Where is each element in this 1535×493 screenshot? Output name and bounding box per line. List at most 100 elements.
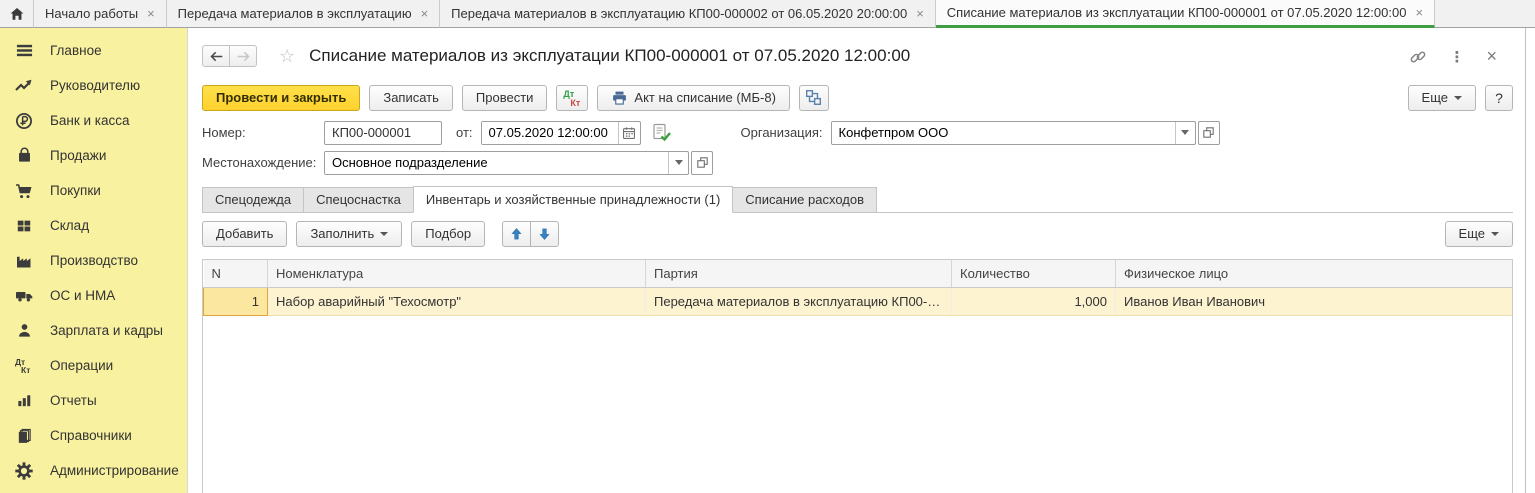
cart-icon bbox=[13, 181, 35, 201]
organization-field bbox=[831, 121, 1196, 145]
more-button[interactable]: Еще bbox=[1408, 85, 1476, 111]
tab-specosnastka[interactable]: Спецоснастка bbox=[303, 187, 413, 213]
cell-batch[interactable]: Передача материалов в эксплуатацию КП00-… bbox=[646, 287, 952, 315]
document-tabs: Спецодежда Спецоснастка Инвентарь и хозя… bbox=[202, 186, 1513, 213]
forward-icon bbox=[236, 50, 251, 63]
sidebar-item-pokupki[interactable]: Покупки bbox=[0, 173, 187, 208]
document-header: ☆ Списание материалов из эксплуатации КП… bbox=[202, 40, 1513, 72]
chevron-down-icon bbox=[1491, 232, 1499, 236]
table-row[interactable]: 1 Набор аварийный "Техосмотр" Передача м… bbox=[204, 287, 1513, 315]
ruble-icon bbox=[13, 111, 35, 131]
window-tab-label: Списание материалов из эксплуатации КП00… bbox=[947, 5, 1407, 20]
tab-spisanie-rashodov[interactable]: Списание расходов bbox=[733, 187, 877, 213]
grid-more-button[interactable]: Еще bbox=[1445, 221, 1513, 247]
gear-icon bbox=[13, 461, 35, 481]
page-title: Списание материалов из эксплуатации КП00… bbox=[309, 46, 910, 66]
favorite-star-icon[interactable]: ☆ bbox=[279, 46, 295, 67]
document-form: ☆ Списание материалов из эксплуатации КП… bbox=[188, 28, 1526, 493]
window-tab-start[interactable]: Начало работы × bbox=[34, 0, 167, 28]
cell-quantity[interactable]: 1,000 bbox=[952, 287, 1116, 315]
window-tab-label: Начало работы bbox=[45, 6, 138, 21]
sidebar-item-zarplata-kadry[interactable]: Зарплата и кадры bbox=[0, 313, 187, 348]
sidebar-item-operacii[interactable]: ДтКт Операции bbox=[0, 348, 187, 383]
link-icon[interactable] bbox=[1409, 48, 1427, 66]
tab-inventar[interactable]: Инвентарь и хозяйственные принадлежности… bbox=[413, 186, 733, 213]
cell-row-number[interactable]: 1 bbox=[204, 287, 268, 315]
fill-button[interactable]: Заполнить bbox=[296, 221, 402, 247]
number-input[interactable] bbox=[324, 121, 442, 145]
column-header-quantity[interactable]: Количество bbox=[952, 260, 1116, 287]
sidebar-item-otchety[interactable]: Отчеты bbox=[0, 383, 187, 418]
add-row-button[interactable]: Добавить bbox=[202, 221, 287, 247]
sidebar-item-spravochniki[interactable]: Справочники bbox=[0, 418, 187, 453]
column-header-person[interactable]: Физическое лицо bbox=[1116, 260, 1513, 287]
window-tab-writeoff-doc[interactable]: Списание материалов из эксплуатации КП00… bbox=[936, 0, 1435, 28]
print-act-button[interactable]: Акт на списание (МБ-8) bbox=[597, 85, 789, 111]
move-row-down-button[interactable] bbox=[530, 221, 559, 247]
person-icon bbox=[13, 321, 35, 341]
column-header-n[interactable]: N bbox=[204, 260, 268, 287]
post-and-close-button[interactable]: Провести и закрыть bbox=[202, 85, 360, 111]
kebab-menu-icon[interactable]: ⋮ bbox=[1449, 48, 1464, 66]
tab-close-icon[interactable]: × bbox=[916, 7, 924, 20]
window-tab-label: Передача материалов в эксплуатацию КП00-… bbox=[451, 6, 907, 21]
printer-icon bbox=[611, 90, 628, 106]
form-row-location: Местонахождение: bbox=[202, 150, 1513, 175]
sidebar-item-glavnoe[interactable]: Главное bbox=[0, 33, 187, 68]
window-tab-transfer-doc[interactable]: Передача материалов в эксплуатацию КП00-… bbox=[440, 0, 936, 28]
tab-close-icon[interactable]: × bbox=[421, 7, 429, 20]
close-icon[interactable]: × bbox=[1486, 46, 1497, 67]
organization-input[interactable] bbox=[832, 122, 1175, 144]
down-icon bbox=[538, 227, 551, 241]
structure-icon bbox=[805, 89, 822, 106]
tab-specodezhda[interactable]: Спецодежда bbox=[202, 187, 303, 213]
number-label: Номер: bbox=[202, 125, 324, 140]
sidebar-item-bank-kassa[interactable]: Банк и касса bbox=[0, 103, 187, 138]
help-button[interactable]: ? bbox=[1485, 85, 1513, 111]
tab-close-icon[interactable]: × bbox=[1415, 6, 1423, 19]
calendar-icon[interactable] bbox=[618, 122, 640, 144]
sidebar-item-administrirovanie[interactable]: Администрирование bbox=[0, 453, 187, 488]
grid-toolbar: Добавить Заполнить Подбор bbox=[202, 220, 1513, 247]
cell-person[interactable]: Иванов Иван Иванович bbox=[1116, 287, 1513, 315]
forward-button[interactable] bbox=[229, 45, 257, 67]
chevron-down-icon[interactable] bbox=[668, 152, 688, 174]
sidebar-item-sklad[interactable]: Склад bbox=[0, 208, 187, 243]
table-empty-area bbox=[203, 316, 1512, 493]
date-field bbox=[481, 121, 641, 145]
set-time-icon[interactable] bbox=[651, 123, 671, 142]
back-button[interactable] bbox=[202, 45, 230, 67]
window-tab-label: Передача материалов в эксплуатацию bbox=[178, 6, 412, 21]
sidebar-item-proizvodstvo[interactable]: Производство bbox=[0, 243, 187, 278]
chevron-down-icon bbox=[380, 232, 388, 236]
tab-close-icon[interactable]: × bbox=[147, 7, 155, 20]
home-tab[interactable] bbox=[0, 0, 34, 28]
post-button[interactable]: Провести bbox=[462, 85, 548, 111]
save-button[interactable]: Записать bbox=[369, 85, 453, 111]
chevron-down-icon[interactable] bbox=[1175, 122, 1195, 144]
sidebar: Главное Руководителю Банк и касса Продаж… bbox=[0, 28, 188, 493]
show-postings-button[interactable]: Дт Кт bbox=[556, 85, 588, 111]
open-location-icon[interactable] bbox=[691, 151, 713, 175]
sidebar-item-rukovoditelyu[interactable]: Руководителю bbox=[0, 68, 187, 103]
sidebar-item-os-nma[interactable]: ОС и НМА bbox=[0, 278, 187, 313]
sidebar-item-prodazhi[interactable]: Продажи bbox=[0, 138, 187, 173]
window-tab-transfer-list[interactable]: Передача материалов в эксплуатацию × bbox=[167, 0, 441, 28]
trend-up-icon bbox=[13, 76, 35, 96]
pick-button[interactable]: Подбор bbox=[411, 221, 485, 247]
location-label: Местонахождение: bbox=[202, 155, 324, 170]
books-icon bbox=[13, 426, 35, 446]
column-header-nomenclature[interactable]: Номенклатура bbox=[268, 260, 646, 287]
cell-nomenclature[interactable]: Набор аварийный "Техосмотр" bbox=[268, 287, 646, 315]
dtkt-icon: ДтКт bbox=[13, 356, 35, 376]
menu-icon bbox=[13, 41, 35, 61]
date-input[interactable] bbox=[482, 122, 618, 144]
chevron-down-icon bbox=[1454, 96, 1462, 100]
open-organization-icon[interactable] bbox=[1198, 121, 1220, 145]
column-header-batch[interactable]: Партия bbox=[646, 260, 952, 287]
bar-chart-icon bbox=[13, 391, 35, 411]
window-tab-bar: Начало работы × Передача материалов в эк… bbox=[0, 0, 1535, 28]
move-row-up-button[interactable] bbox=[502, 221, 531, 247]
location-input[interactable] bbox=[325, 152, 668, 174]
document-structure-button[interactable] bbox=[799, 85, 829, 111]
